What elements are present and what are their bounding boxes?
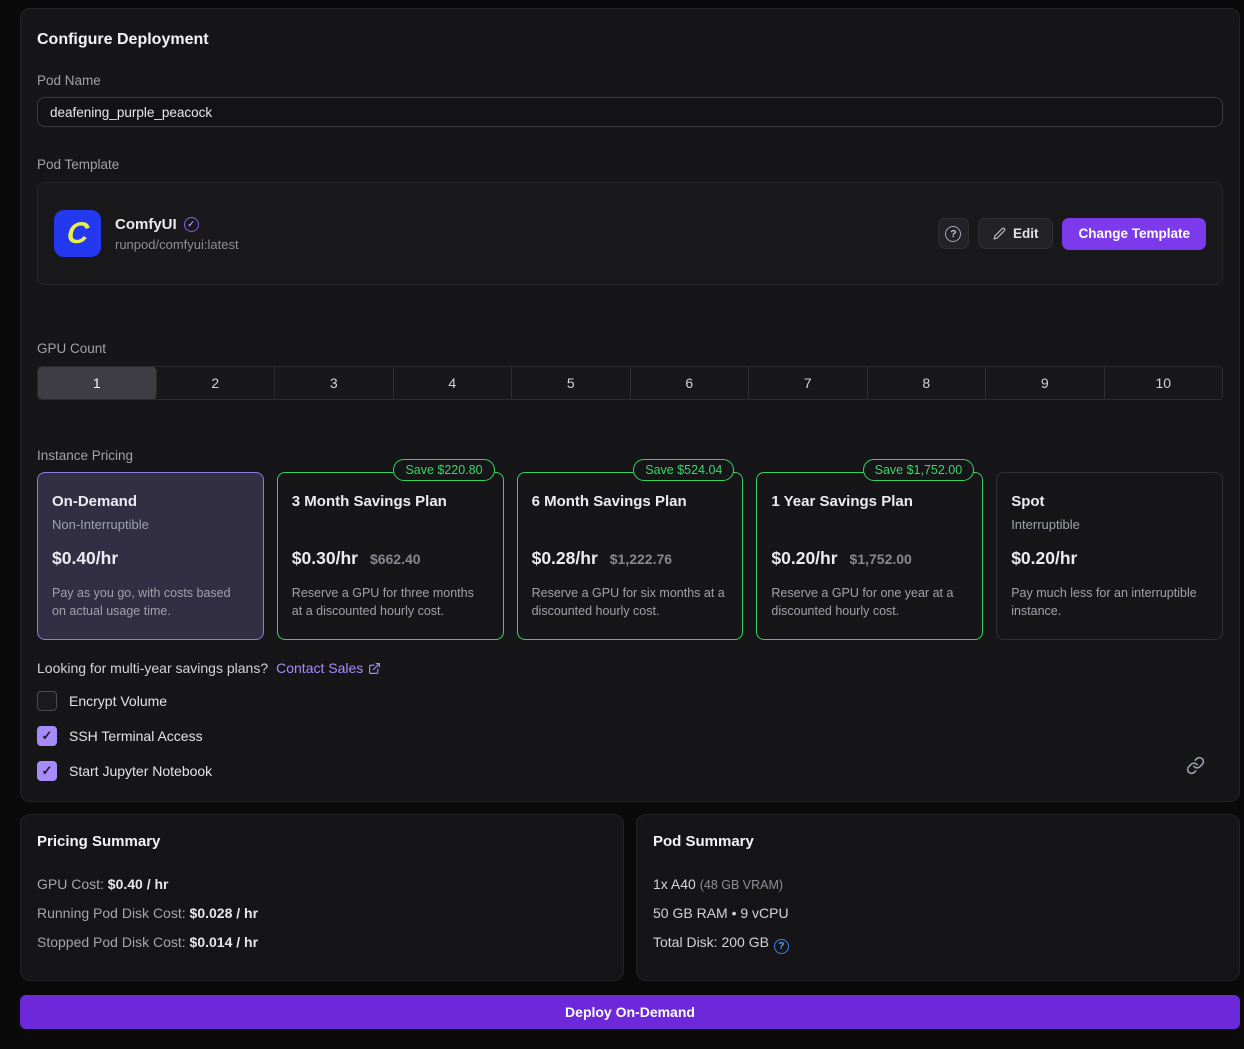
summary-label: GPU Cost:	[37, 876, 108, 892]
option-label: SSH Terminal Access	[69, 728, 203, 744]
pricing-plan-1-year-savings-plan[interactable]: Save $1,752.001 Year Savings Plan $0.20/…	[756, 472, 983, 640]
checkbox-unchecked-encrypt-volume[interactable]	[37, 691, 57, 711]
plan-title: Spot	[1011, 493, 1208, 510]
disk-help-icon[interactable]: ?	[774, 939, 789, 954]
gpu-count-option-8[interactable]: 8	[868, 367, 987, 399]
checkbox-checked-ssh-terminal-access[interactable]: ✓	[37, 726, 57, 746]
gpu-count-option-4[interactable]: 4	[394, 367, 513, 399]
plan-price: $0.28/hr	[532, 548, 598, 569]
instance-pricing-label: Instance Pricing	[37, 448, 1223, 463]
gpu-count-option-6[interactable]: 6	[631, 367, 750, 399]
option-start-jupyter-notebook: ✓ Start Jupyter Notebook	[37, 761, 1223, 781]
summary-value: $0.40 / hr	[108, 876, 169, 892]
change-template-button[interactable]: Change Template	[1062, 218, 1206, 250]
comfyui-logo: C	[54, 210, 101, 257]
plan-subtitle	[532, 517, 729, 535]
plan-price: $0.20/hr	[1011, 548, 1077, 569]
pod-name-input[interactable]	[37, 97, 1223, 127]
pod-disk-line: Total Disk: 200 GB?	[653, 934, 1223, 954]
checkbox-checked-start-jupyter-notebook[interactable]: ✓	[37, 761, 57, 781]
pricing-plan-3-month-savings-plan[interactable]: Save $220.803 Month Savings Plan $0.30/h…	[277, 472, 504, 640]
summary-value: $0.028 / hr	[190, 905, 259, 921]
comfyui-logo-letter: C	[65, 219, 90, 249]
pricing-plan-spot[interactable]: Spot Interruptible $0.20/hr Pay much less f…	[996, 472, 1223, 640]
pricing-summary-row-stopped-pod-disk-cost: Stopped Pod Disk Cost: $0.014 / hr	[37, 934, 607, 950]
plan-total-price: $662.40	[370, 551, 421, 567]
plan-description: Pay as you go, with costs based on actua…	[52, 585, 249, 620]
pod-template-label: Pod Template	[37, 157, 1223, 172]
pod-gpu-line: 1x A40 (48 GB VRAM)	[653, 876, 1223, 892]
edit-button-label: Edit	[1013, 226, 1039, 241]
pricing-summary-row-gpu-cost: GPU Cost: $0.40 / hr	[37, 876, 607, 892]
template-card: C ComfyUI ✓ runpod/comfyui:latest ? Edit…	[37, 182, 1223, 285]
template-meta: ComfyUI ✓ runpod/comfyui:latest	[115, 216, 938, 252]
contact-sales-link[interactable]: Contact Sales	[276, 660, 381, 676]
savings-badge: Save $1,752.00	[863, 459, 975, 481]
plan-title: On-Demand	[52, 493, 249, 510]
plan-title: 3 Month Savings Plan	[292, 493, 489, 510]
gpu-count-selector: 12345678910	[37, 366, 1223, 400]
question-icon: ?	[945, 226, 961, 242]
contact-sales-label: Contact Sales	[276, 660, 363, 676]
plan-subtitle	[771, 517, 968, 535]
configure-deployment-panel: Configure Deployment Pod Name Pod Templa…	[20, 8, 1240, 802]
option-ssh-terminal-access: ✓ SSH Terminal Access	[37, 726, 1223, 746]
gpu-count-option-7[interactable]: 7	[749, 367, 868, 399]
plan-price: $0.20/hr	[771, 548, 837, 569]
gpu-count-label: GPU Count	[37, 341, 1223, 356]
plan-title: 1 Year Savings Plan	[771, 493, 968, 510]
external-link-icon	[368, 662, 381, 675]
page-title: Configure Deployment	[37, 31, 1223, 49]
option-label: Start Jupyter Notebook	[69, 763, 212, 779]
plan-price: $0.40/hr	[52, 548, 118, 569]
pod-gpu-name: 1x A40	[653, 876, 696, 892]
savings-badge: Save $524.04	[633, 459, 734, 481]
gpu-count-option-2[interactable]: 2	[157, 367, 276, 399]
pricing-plan-on-demand[interactable]: On-Demand Non-Interruptible $0.40/hr Pay as…	[37, 472, 264, 640]
pricing-summary-title: Pricing Summary	[37, 833, 607, 850]
plan-price: $0.30/hr	[292, 548, 358, 569]
option-encrypt-volume: Encrypt Volume	[37, 691, 1223, 711]
pod-name-label: Pod Name	[37, 73, 1223, 88]
gpu-count-option-10[interactable]: 10	[1105, 367, 1223, 399]
pod-summary-panel: Pod Summary 1x A40 (48 GB VRAM) 50 GB RA…	[636, 814, 1240, 981]
verified-icon: ✓	[184, 217, 199, 232]
link-icon[interactable]	[1186, 756, 1205, 775]
pod-disk-text: Total Disk: 200 GB	[653, 934, 769, 950]
plan-title: 6 Month Savings Plan	[532, 493, 729, 510]
plan-description: Reserve a GPU for six months at a discou…	[532, 585, 729, 620]
deploy-button[interactable]: Deploy On-Demand	[20, 995, 1240, 1029]
plan-description: Reserve a GPU for one year at a discount…	[771, 585, 968, 620]
pricing-summary-row-running-pod-disk-cost: Running Pod Disk Cost: $0.028 / hr	[37, 905, 607, 921]
plan-total-price: $1,222.76	[610, 551, 672, 567]
pricing-plan-6-month-savings-plan[interactable]: Save $524.046 Month Savings Plan $0.28/h…	[517, 472, 744, 640]
plan-description: Reserve a GPU for three months at a disc…	[292, 585, 489, 620]
template-name: ComfyUI	[115, 216, 177, 233]
plan-description: Pay much less for an interruptible insta…	[1011, 585, 1208, 620]
pod-ram-cpu-line: 50 GB RAM • 9 vCPU	[653, 905, 1223, 921]
pencil-icon	[993, 227, 1006, 240]
option-label: Encrypt Volume	[69, 693, 167, 709]
template-image: runpod/comfyui:latest	[115, 237, 938, 252]
plan-subtitle: Interruptible	[1011, 517, 1208, 535]
gpu-count-option-3[interactable]: 3	[275, 367, 394, 399]
summary-value: $0.014 / hr	[190, 934, 259, 950]
savings-badge: Save $220.80	[393, 459, 494, 481]
edit-template-button[interactable]: Edit	[978, 218, 1054, 249]
pricing-summary-panel: Pricing Summary GPU Cost: $0.40 / hr Runn…	[20, 814, 624, 981]
plan-subtitle: Non-Interruptible	[52, 517, 249, 535]
pod-gpu-vram: (48 GB VRAM)	[700, 878, 783, 892]
pricing-plans: On-Demand Non-Interruptible $0.40/hr Pay as…	[37, 472, 1223, 640]
gpu-count-option-9[interactable]: 9	[986, 367, 1105, 399]
gpu-count-option-5[interactable]: 5	[512, 367, 631, 399]
template-help-button[interactable]: ?	[938, 218, 969, 249]
pod-summary-title: Pod Summary	[653, 833, 1223, 850]
summary-label: Stopped Pod Disk Cost:	[37, 934, 190, 950]
deployment-options: Encrypt Volume ✓ SSH Terminal Access ✓ Start…	[37, 691, 1223, 781]
summary-label: Running Pod Disk Cost:	[37, 905, 190, 921]
gpu-count-option-1[interactable]: 1	[38, 367, 157, 399]
plan-subtitle	[292, 517, 489, 535]
plan-total-price: $1,752.00	[850, 551, 912, 567]
multi-year-text: Looking for multi-year savings plans?	[37, 660, 268, 676]
